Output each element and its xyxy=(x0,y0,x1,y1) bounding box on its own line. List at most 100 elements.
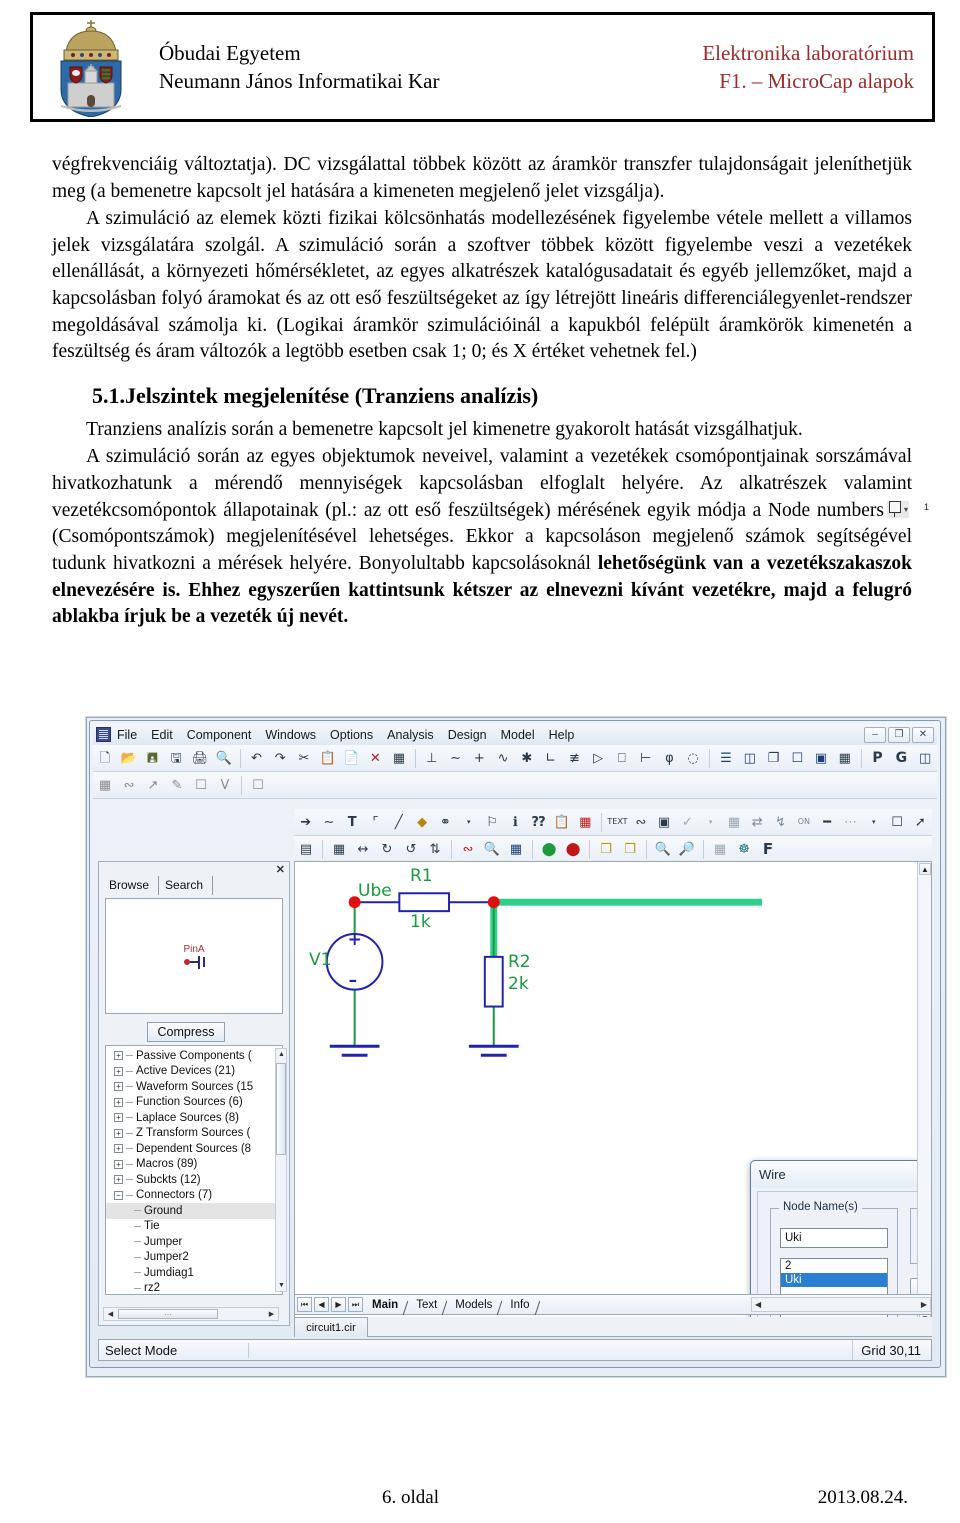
tab-strip-scrollbar[interactable]: ◀ ▶ xyxy=(751,1297,931,1312)
expander-icon[interactable]: + xyxy=(114,1175,123,1185)
component-tree[interactable]: + Passive Components ( + Active Devices (2… xyxy=(105,1045,283,1295)
dropdown-arrow-icon[interactable]: ▾ xyxy=(458,812,479,833)
bus-icon[interactable]: ⌜ xyxy=(365,812,386,833)
paste-icon[interactable]: 📄 xyxy=(341,748,363,769)
transistor-icon[interactable]: ∟ xyxy=(540,748,562,769)
tile-icon[interactable]: ▣ xyxy=(810,748,832,769)
component-icon[interactable]: ◆ xyxy=(411,812,432,833)
spice-file-icon[interactable]: ▦ xyxy=(94,775,116,796)
window-icon[interactable]: ☐ xyxy=(786,748,808,769)
tree-item[interactable]: + Active Devices (21) xyxy=(106,1064,282,1080)
properties-icon[interactable]: ▤ xyxy=(295,839,317,860)
rotate-cw-icon[interactable]: ↺ xyxy=(400,839,422,860)
scroll-thumb[interactable] xyxy=(276,1063,286,1155)
switch-icon[interactable]: ⎕ xyxy=(611,748,633,769)
scroll-down-icon[interactable]: ▼ xyxy=(277,1281,286,1290)
list-item-selected[interactable]: Uki xyxy=(781,1273,887,1287)
scroll-up-icon[interactable]: ▲ xyxy=(919,863,931,875)
compress-button[interactable]: Compress xyxy=(147,1022,225,1042)
expander-icon[interactable]: + xyxy=(114,1066,123,1076)
dots-icon[interactable]: ⋯ xyxy=(840,812,861,833)
undo-icon[interactable]: ↶ xyxy=(246,748,268,769)
expander-icon[interactable]: + xyxy=(114,1159,123,1169)
tree-item[interactable]: + Function Sources (6) xyxy=(106,1095,282,1111)
help-pointer-icon[interactable]: ⁇ xyxy=(528,812,549,833)
expander-icon[interactable]: + xyxy=(114,1097,123,1107)
grid-icon[interactable]: ▦ xyxy=(723,812,744,833)
menu-item-help[interactable]: Help xyxy=(549,728,575,742)
tree-item[interactable]: + Laplace Sources (8) xyxy=(106,1110,282,1126)
stretch-icon[interactable]: ↔ xyxy=(352,839,374,860)
color-icon[interactable]: ▦ xyxy=(575,812,596,833)
find-icon[interactable]: 🔍 xyxy=(481,839,503,860)
history-icon[interactable]: ☸ xyxy=(733,839,755,860)
tree-item[interactable]: + Subckts (12) xyxy=(106,1172,282,1188)
node-name-input[interactable]: Uki xyxy=(780,1228,888,1248)
frame-icon[interactable]: ☐ xyxy=(886,812,907,833)
page-icon[interactable]: ☐ xyxy=(247,775,269,796)
scroll-right-icon[interactable]: ▶ xyxy=(266,1310,277,1318)
tree-item[interactable]: + Dependent Sources (8 xyxy=(106,1141,282,1157)
current-icon[interactable]: ⇄ xyxy=(747,812,768,833)
panel-icon[interactable]: ◫ xyxy=(914,748,936,769)
power-icon[interactable]: ↯ xyxy=(770,812,791,833)
tree-item[interactable]: + Z Transform Sources ( xyxy=(106,1126,282,1142)
cursor-icon[interactable]: ➚ xyxy=(910,812,931,833)
panel-close-icon[interactable]: ✕ xyxy=(276,863,285,876)
split-v-icon[interactable]: ◫ xyxy=(739,748,761,769)
tab-search[interactable]: Search xyxy=(159,876,214,895)
menu-item-options[interactable]: Options xyxy=(330,728,373,742)
pen-icon[interactable]: ✎ xyxy=(166,775,188,796)
tree-item[interactable]: Jumdiag1 xyxy=(106,1265,282,1281)
expander-icon[interactable]: + xyxy=(114,1144,123,1154)
wire-mode-icon[interactable]: ∼ xyxy=(318,812,339,833)
expander-icon[interactable]: + xyxy=(114,1128,123,1138)
P-icon[interactable]: P xyxy=(867,748,889,769)
resistor-icon[interactable]: ∼ xyxy=(445,748,467,769)
list-item[interactable]: 2 xyxy=(781,1259,887,1273)
F-icon[interactable]: F xyxy=(757,839,779,860)
disable-icon[interactable]: ⬤ xyxy=(562,839,584,860)
tree-item[interactable]: + Macros (89) xyxy=(106,1157,282,1173)
graphic-icon[interactable]: ⚭ xyxy=(435,812,456,833)
scroll-right-icon[interactable]: ▶ xyxy=(918,1300,930,1309)
cut-icon[interactable]: ✂ xyxy=(293,748,315,769)
diode-icon[interactable]: ✱ xyxy=(516,748,538,769)
copy-icon[interactable]: 📋 xyxy=(317,748,339,769)
calculator-icon[interactable]: ▦ xyxy=(834,748,856,769)
menu-item-design[interactable]: Design xyxy=(448,728,487,742)
source-icon[interactable]: ≢ xyxy=(564,748,586,769)
last-sheet-button[interactable]: ⏭ xyxy=(348,1297,363,1312)
menu-item-windows[interactable]: Windows xyxy=(265,728,316,742)
menu-item-file[interactable]: File xyxy=(117,728,137,742)
tab-browse[interactable]: Browse xyxy=(103,876,160,895)
close-button[interactable]: ✕ xyxy=(912,726,934,743)
back-icon[interactable]: ❐ xyxy=(619,839,641,860)
tree-item[interactable]: rz2 xyxy=(106,1281,282,1294)
scroll-thumb-h[interactable]: ⋯ xyxy=(118,1309,218,1319)
menu-item-analysis[interactable]: Analysis xyxy=(387,728,434,742)
next-sheet-button[interactable]: ▶ xyxy=(331,1297,346,1312)
new-file-icon[interactable]: 🗋 xyxy=(94,748,116,769)
expander-icon[interactable]: + xyxy=(114,1113,123,1123)
inductor-icon[interactable]: ∿ xyxy=(492,748,514,769)
enable-icon[interactable]: ⬤ xyxy=(538,839,560,860)
zoom-in-icon[interactable]: 🔍 xyxy=(652,839,674,860)
expander-icon[interactable]: + xyxy=(114,1051,123,1061)
opamp-icon[interactable]: ▷ xyxy=(587,748,609,769)
schematic-canvas[interactable]: + – Ube V1 R1 1k R2 2k Wire ✕ xyxy=(294,861,932,1326)
dropdown-arrow-icon-3[interactable]: ▾ xyxy=(863,812,884,833)
ground-icon[interactable]: ⊥ xyxy=(421,748,443,769)
probe-icon[interactable]: ↗ xyxy=(142,775,164,796)
split-h-icon[interactable]: ☰ xyxy=(715,748,737,769)
expander-icon[interactable]: + xyxy=(114,1082,123,1092)
open-folder-icon[interactable]: 📂 xyxy=(118,748,140,769)
redo-icon[interactable]: ↷ xyxy=(269,748,291,769)
grid-toggle-icon[interactable]: ▦ xyxy=(328,839,350,860)
plot-icon[interactable]: ☐ xyxy=(190,775,212,796)
save-all-icon[interactable]: 🖫 xyxy=(165,748,187,769)
flag-icon[interactable]: ⚐ xyxy=(481,812,502,833)
print-icon[interactable]: 🖨 xyxy=(189,748,211,769)
check-icon[interactable]: ✓ xyxy=(677,812,698,833)
menu-item-edit[interactable]: Edit xyxy=(151,728,173,742)
